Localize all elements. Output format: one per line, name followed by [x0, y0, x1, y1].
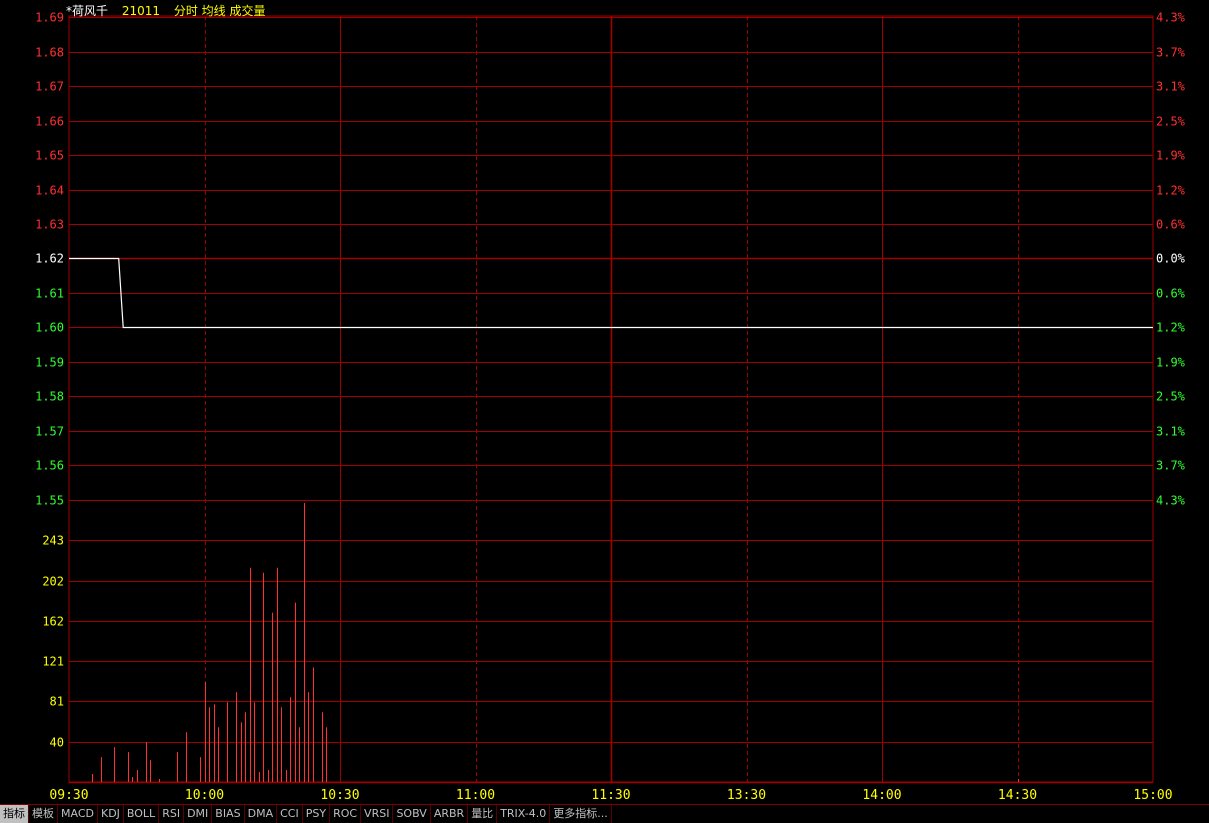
- price-tick-label: 1.69: [35, 11, 64, 25]
- chart-header: *荷风千 21011 分时 均线 成交量: [66, 2, 276, 19]
- price-tick-label: 1.66: [35, 115, 64, 129]
- indicator-tab[interactable]: 指标: [0, 805, 29, 823]
- percent-tick-label: 0.6%: [1156, 287, 1186, 301]
- indicator-tab[interactable]: VRSI: [361, 805, 394, 823]
- price-tick-label: 1.61: [35, 287, 64, 301]
- price-tick-label: 1.57: [35, 425, 64, 439]
- price-tick-label: 1.64: [35, 184, 64, 198]
- time-tick-label: 13:30: [727, 788, 766, 803]
- volume-tick-label: 121: [42, 655, 64, 669]
- indicator-tab[interactable]: ROC: [330, 805, 362, 823]
- percent-tick-label: 4.3%: [1156, 11, 1186, 25]
- volume-tick-label: 243: [42, 534, 64, 548]
- indicator-tab[interactable]: KDJ: [98, 805, 124, 823]
- price-tick-label: 1.67: [35, 80, 64, 94]
- percent-tick-label: 1.9%: [1156, 356, 1186, 370]
- percent-tick-label: 0.0%: [1156, 252, 1186, 266]
- percent-tick-label: 3.1%: [1156, 425, 1186, 439]
- time-tick-label: 15:00: [1133, 788, 1172, 803]
- indicator-tab[interactable]: MACD: [58, 805, 98, 823]
- indicator-tab[interactable]: ARBR: [431, 805, 469, 823]
- percent-tick-label: 0.6%: [1156, 218, 1186, 232]
- indicator-tab[interactable]: BOLL: [124, 805, 160, 823]
- indicator-tab[interactable]: CCI: [277, 805, 303, 823]
- percent-tick-label: 3.7%: [1156, 459, 1186, 473]
- stock-name: *荷风千: [66, 4, 109, 18]
- indicator-tab[interactable]: TRIX-4.0: [497, 805, 551, 823]
- time-tick-label: 11:30: [591, 788, 630, 803]
- intraday-chart[interactable]: 1.69 4.3% 1.68 3.7% 1.67 3.1% 1.66 2.5% 1.65 1.9%…: [0, 0, 1209, 804]
- volume-tick-label: 202: [42, 575, 64, 589]
- price-tick-label: 1.63: [35, 218, 64, 232]
- time-tick-label: 14:00: [862, 788, 901, 803]
- indicator-labels: 分时 均线 成交量: [173, 4, 266, 18]
- percent-tick-label: 2.5%: [1156, 390, 1186, 404]
- indicator-tab-bar: 指标 模板 MACD KDJ BOLL RSI DMI BIAS DMA CCI PSY ROC VRS…: [0, 804, 1209, 823]
- volume-tick-label: 40: [50, 736, 64, 750]
- volume-tick-label: 81: [50, 695, 64, 709]
- indicator-tab[interactable]: PSY: [303, 805, 331, 823]
- percent-tick-label: 4.3%: [1156, 494, 1186, 508]
- time-tick-label: 10:30: [320, 788, 359, 803]
- stock-code: 21011: [121, 4, 161, 18]
- time-tick-label: 14:30: [998, 788, 1037, 803]
- indicator-tab[interactable]: SOBV: [393, 805, 431, 823]
- price-tick-label: 1.62: [35, 252, 64, 266]
- percent-tick-label: 3.7%: [1156, 46, 1186, 60]
- time-tick-label: 09:30: [49, 788, 88, 803]
- indicator-tab[interactable]: 量比: [468, 805, 498, 823]
- price-tick-label: 1.58: [35, 390, 64, 404]
- price-tick-label: 1.56: [35, 459, 64, 473]
- indicator-tab[interactable]: DMA: [245, 805, 278, 823]
- percent-tick-label: 1.9%: [1156, 149, 1186, 163]
- price-tick-label: 1.60: [35, 321, 64, 335]
- percent-tick-label: 1.2%: [1156, 321, 1186, 335]
- price-tick-label: 1.68: [35, 46, 64, 60]
- time-tick-label: 11:00: [456, 788, 495, 803]
- price-tick-label: 1.65: [35, 149, 64, 163]
- percent-tick-label: 3.1%: [1156, 80, 1186, 94]
- indicator-tab[interactable]: BIAS: [212, 805, 245, 823]
- indicator-tab[interactable]: 模板: [29, 805, 58, 823]
- percent-tick-label: 2.5%: [1156, 115, 1186, 129]
- price-tick-label: 1.59: [35, 356, 64, 370]
- percent-tick-label: 1.2%: [1156, 184, 1186, 198]
- volume-tick-label: 162: [42, 615, 64, 629]
- indicator-tab[interactable]: RSI: [159, 805, 185, 823]
- indicator-tab[interactable]: DMI: [184, 805, 213, 823]
- time-tick-label: 10:00: [185, 788, 224, 803]
- price-tick-label: 1.55: [35, 494, 64, 508]
- indicator-tab[interactable]: 更多指标...: [550, 805, 612, 823]
